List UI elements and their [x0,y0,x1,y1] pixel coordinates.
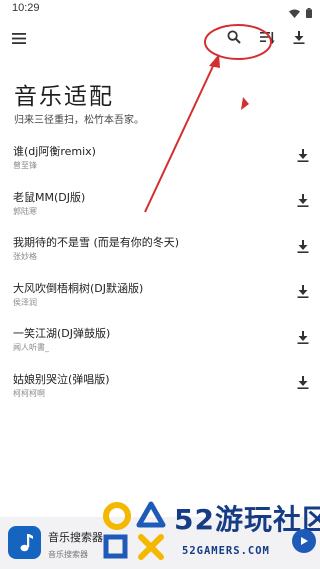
search-button[interactable] [223,27,245,49]
app-name: 音乐搜索器 [48,531,103,544]
download-icon[interactable] [295,147,311,163]
song-artist: 侯泽润 [13,297,37,307]
song-artist: 闻人听書_ [13,343,49,353]
list-item[interactable]: 一笑江湖(DJ弹鼓版) 闻人听書_ [0,314,320,360]
download-icon[interactable] [295,329,311,345]
sort-icon [259,29,275,48]
page-title: 音乐适配 [14,84,114,110]
song-artist: 曾至锋 [13,161,37,170]
song-title: 老鼠MM(DJ版) [13,190,86,204]
song-title: 姑娘别哭泣(弹唱版) [13,372,110,386]
status-time: 10:29 [12,2,40,14]
toolbar [0,20,320,56]
music-note-icon [8,526,41,559]
search-icon [227,29,241,48]
song-title: 一笑江湖(DJ弹鼓版) [13,327,111,341]
list-item[interactable]: 大风吹倒梧桐树(DJ默涵版) 侯泽润 [0,269,320,315]
song-artist: 柯柯柯啊 [13,388,45,398]
download-icon[interactable] [295,238,311,254]
song-artist: 郭陆寒 [13,206,37,216]
download-icon[interactable] [295,193,311,209]
list-item[interactable]: 谁(dj阿衡remix) 曾至锋 [0,132,320,178]
app-subtitle: 音乐搜索器 [48,550,88,559]
sort-button[interactable] [256,27,278,49]
song-list: 谁(dj阿衡remix) 曾至锋 老鼠MM(DJ版) 郭陆寒 我期待的不是雪 (… [0,132,320,406]
song-artist: 张妙格 [13,252,37,262]
menu-icon [12,29,26,48]
download-all-button[interactable] [288,27,310,49]
song-title: 大风吹倒梧桐树(DJ默涵版) [13,281,144,295]
bottom-app-bar[interactable]: 音乐搜索器 音乐搜索器 [0,517,320,569]
annotation-arrow-head [209,54,220,68]
song-title: 我期待的不是雪 (而是有你的冬天) [13,236,180,250]
annotation-arrow-mark [241,97,249,110]
page-subtitle: 归来三径重扫，松竹本吾家。 [14,115,144,126]
status-bar: 10:29 [0,0,320,18]
list-item[interactable]: 老鼠MM(DJ版) 郭陆寒 [0,178,320,224]
download-icon [293,29,305,48]
download-icon[interactable] [295,375,311,391]
download-icon[interactable] [295,284,311,300]
list-item[interactable]: 我期待的不是雪 (而是有你的冬天) 张妙格 [0,223,320,269]
song-title: 谁(dj阿衡remix) [13,145,96,158]
menu-button[interactable] [8,27,30,49]
list-item[interactable]: 姑娘别哭泣(弹唱版) 柯柯柯啊 [0,360,320,406]
